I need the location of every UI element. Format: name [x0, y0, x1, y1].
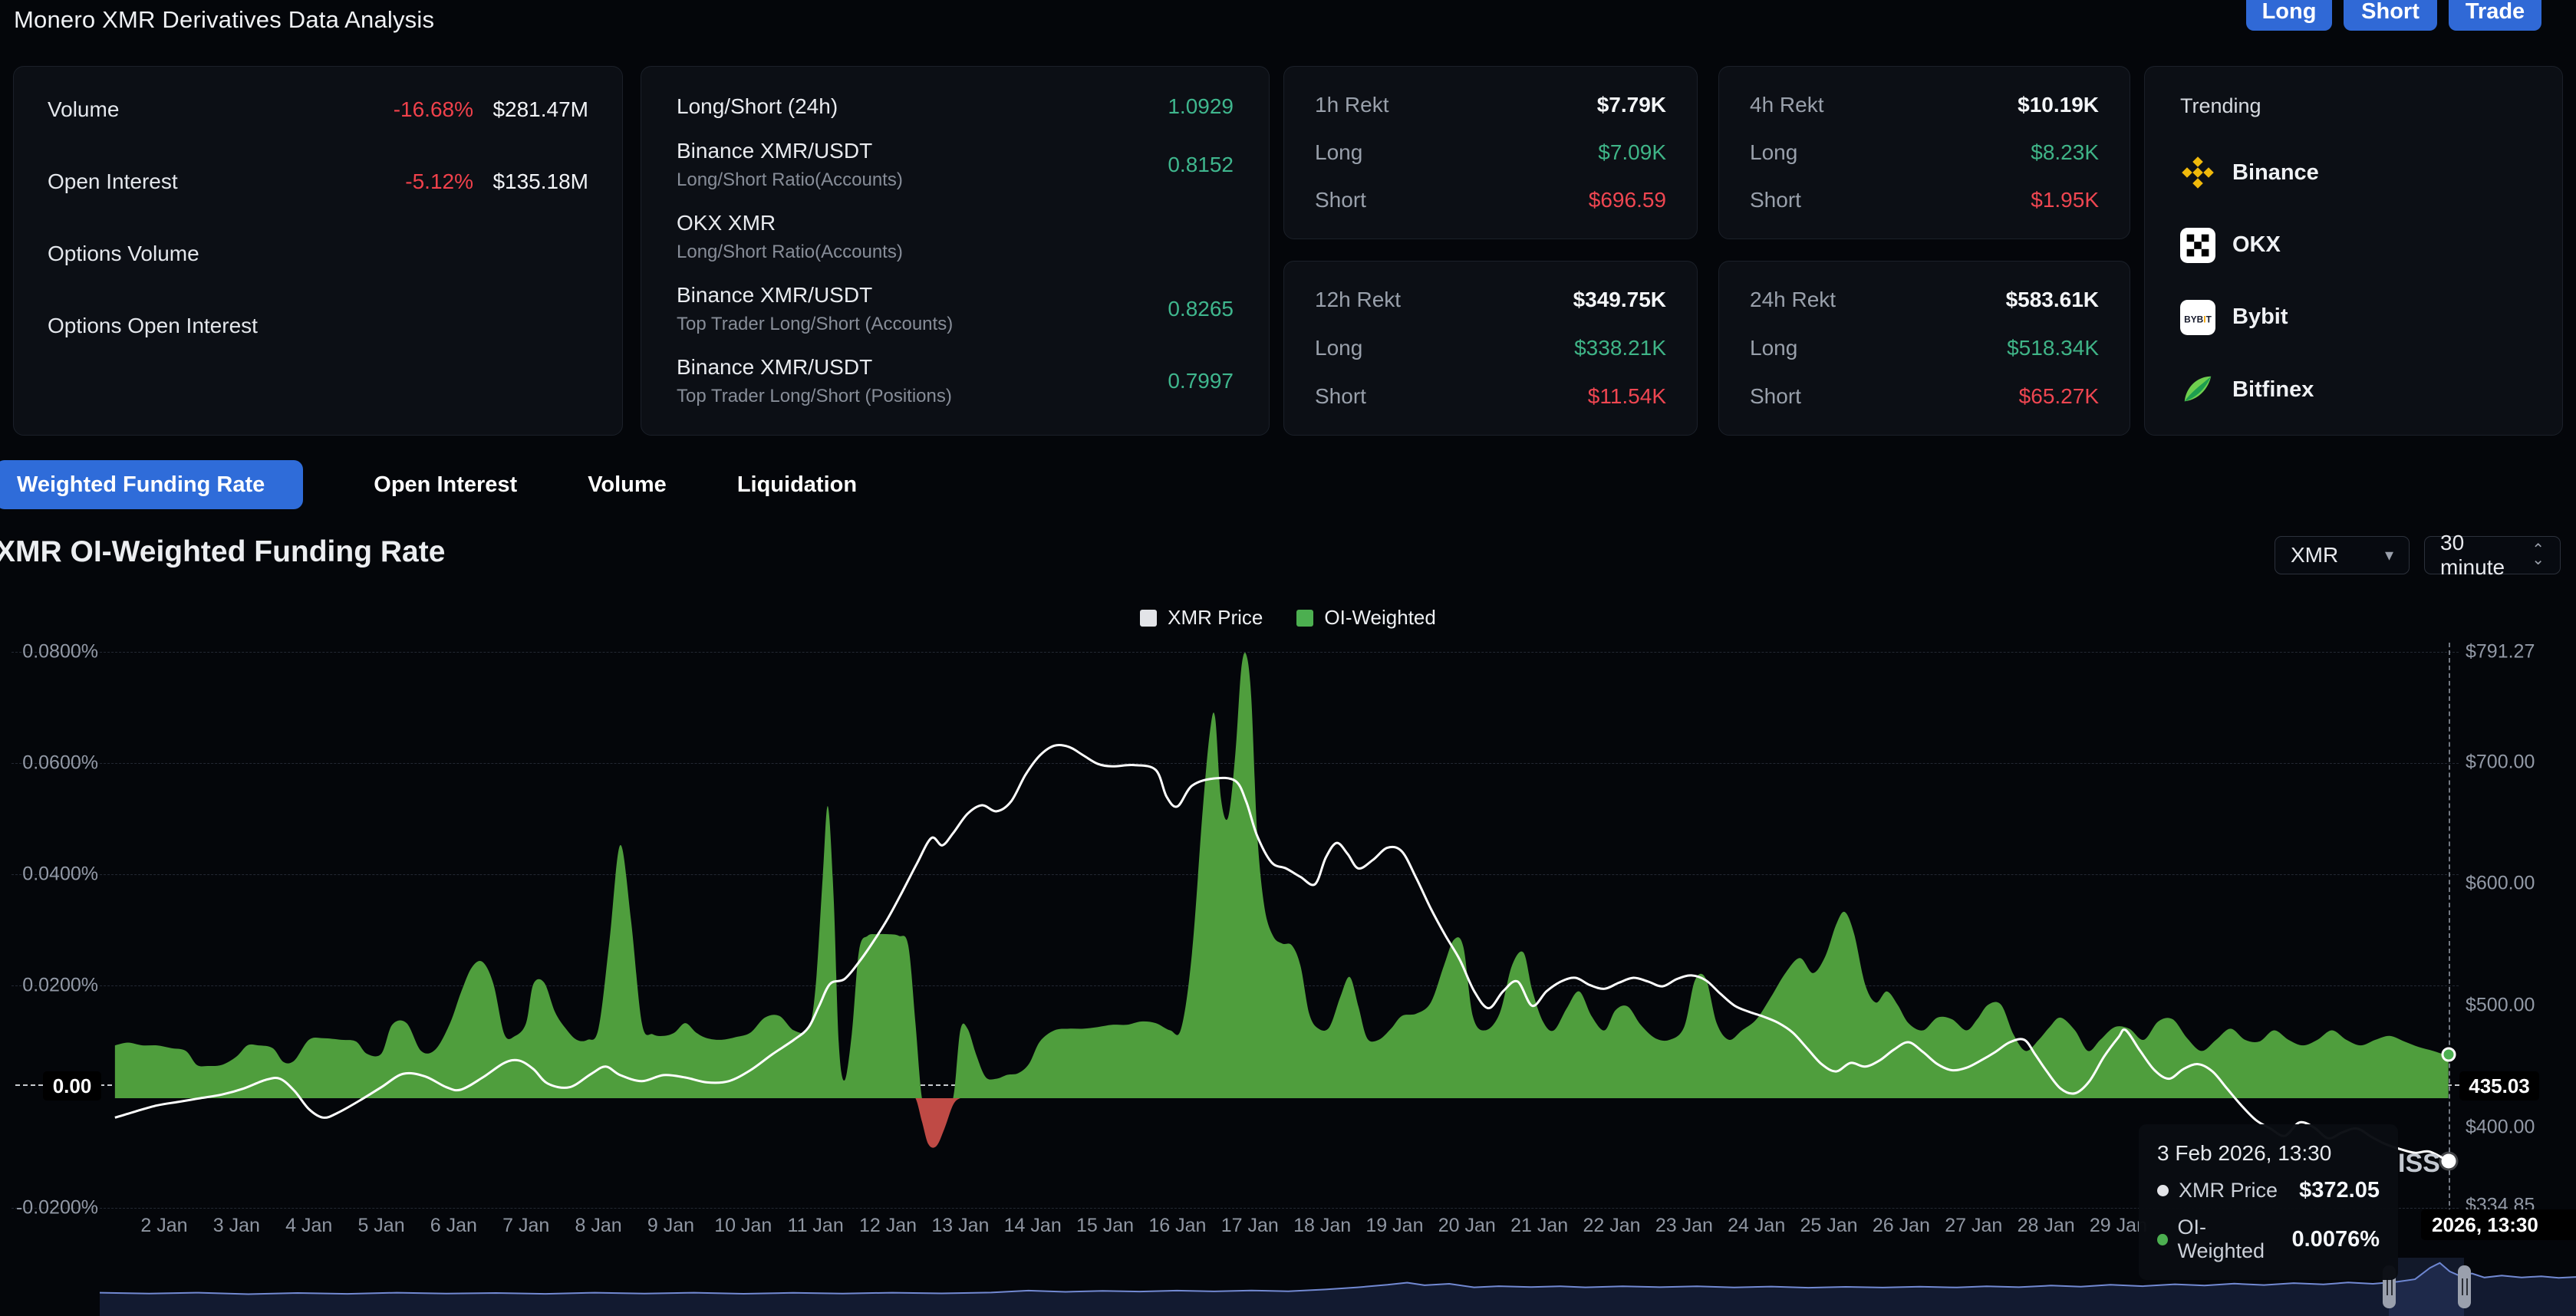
series-dot-icon — [2157, 1185, 2169, 1196]
tooltip-row-funding: OI-Weighted 0.0076% — [2157, 1216, 2380, 1263]
watermark-text: ISS — [2398, 1149, 2440, 1179]
tooltip-value: $372.05 — [2299, 1178, 2380, 1203]
navigator-selection-window[interactable] — [2389, 1258, 2464, 1316]
chart-tooltip: 3 Feb 2026, 13:30 XMR Price $372.05 OI-W… — [2139, 1124, 2398, 1280]
navigator-right-handle-icon[interactable] — [2458, 1265, 2471, 1308]
funding-end-marker — [2442, 1048, 2456, 1062]
price-end-marker — [2442, 1154, 2456, 1169]
funding-rate-chart[interactable] — [0, 0, 2576, 1316]
series-dot-icon — [2157, 1234, 2168, 1245]
tooltip-row-price: XMR Price $372.05 — [2157, 1178, 2380, 1203]
tooltip-value: 0.0076% — [2292, 1227, 2380, 1252]
tooltip-date: 3 Feb 2026, 13:30 — [2157, 1141, 2380, 1166]
tooltip-label: OI-Weighted — [2178, 1216, 2282, 1263]
app-root: { "header": { "title": "Monero XMR Deriv… — [0, 0, 2576, 1316]
tooltip-label: XMR Price — [2179, 1179, 2278, 1202]
